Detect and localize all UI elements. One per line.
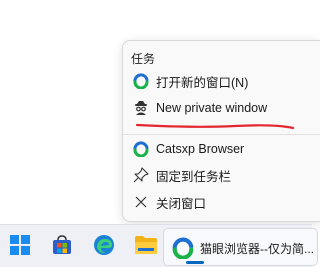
windows-start-icon	[10, 234, 30, 260]
new-private-window-item[interactable]: New private window	[126, 95, 320, 121]
pin-to-taskbar-label: 固定到任务栏	[156, 169, 232, 184]
open-new-window-item[interactable]: 打开新的窗口(N)	[126, 68, 320, 94]
microsoft-store-icon	[51, 234, 73, 261]
catsxp-icon	[172, 237, 194, 264]
catsxp-browser-label: Catsxp Browser	[156, 142, 245, 156]
jump-list-menu: 任务 打开新的窗口(N) New private window Catsxp B…	[122, 40, 320, 222]
folder-icon	[134, 235, 158, 260]
open-new-window-label: 打开新的窗口(N)	[156, 75, 249, 90]
close-window-label: 关闭窗口	[156, 196, 207, 211]
pin-to-taskbar-item[interactable]: 固定到任务栏	[126, 162, 320, 188]
menu-separator	[123, 134, 320, 135]
catsxp-icon	[132, 140, 150, 158]
catsxp-icon	[132, 72, 150, 90]
taskbar-catsxp-button[interactable]: 猫眼浏览器--仅为简...	[163, 228, 318, 266]
taskbar-edge-button[interactable]	[88, 231, 120, 263]
close-icon	[132, 193, 150, 211]
new-private-window-label: New private window	[156, 101, 268, 115]
start-button[interactable]	[4, 231, 36, 263]
section-title-tasks: 任务	[131, 52, 156, 66]
catsxp-browser-item[interactable]: Catsxp Browser	[126, 136, 320, 162]
taskbar-active-app-label: 猫眼浏览器--仅为简...	[200, 242, 314, 256]
pin-icon	[132, 166, 150, 184]
red-underline-annotation	[135, 123, 295, 130]
taskbar-store-button[interactable]	[46, 231, 78, 263]
taskbar-explorer-button[interactable]	[130, 231, 162, 263]
incognito-icon	[132, 99, 150, 117]
close-window-item[interactable]: 关闭窗口	[126, 189, 320, 215]
edge-icon	[93, 234, 115, 261]
active-window-indicator	[186, 261, 204, 264]
taskbar: 猫眼浏览器--仅为简...	[0, 224, 318, 267]
